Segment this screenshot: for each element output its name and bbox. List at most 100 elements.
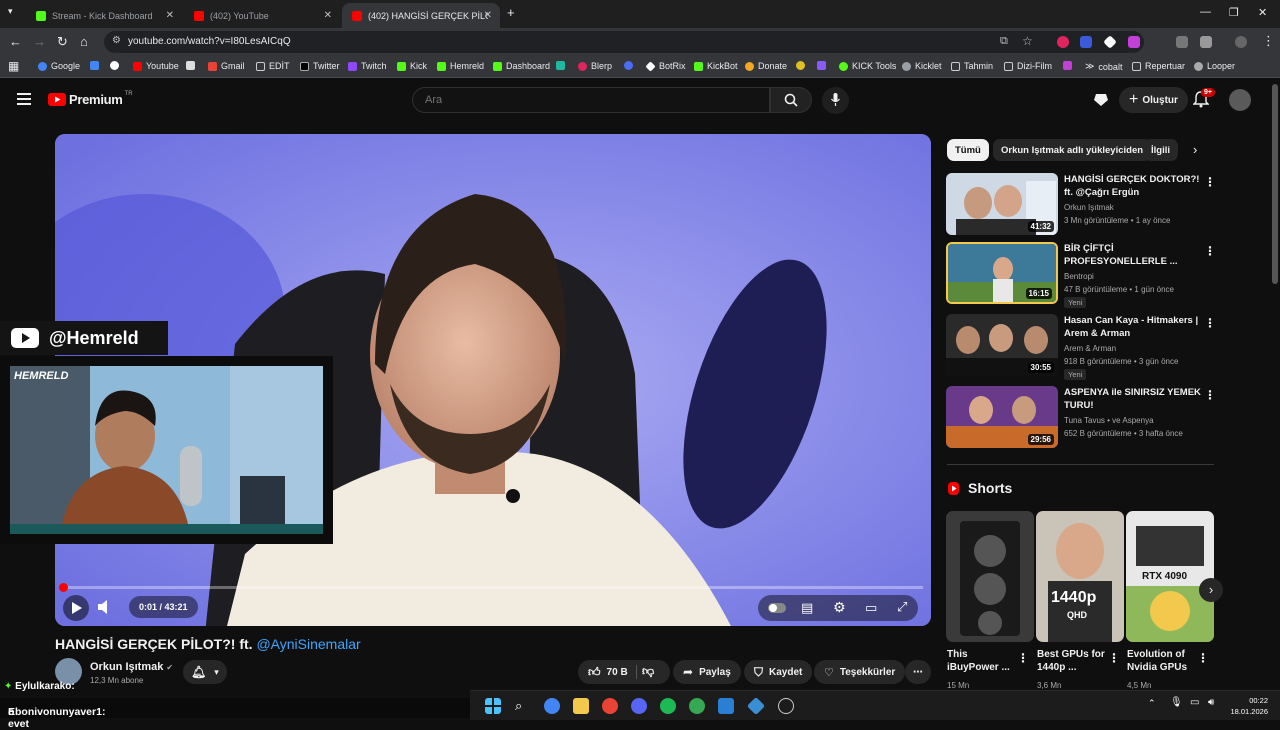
title-mention-link[interactable]: @AyniSinemalar (256, 636, 360, 652)
search-button[interactable] (770, 87, 812, 113)
dislike-icon[interactable]: 👎︎ (642, 664, 654, 679)
search-input[interactable] (412, 87, 770, 113)
settings-gear-icon[interactable]: ⚙ (833, 599, 846, 616)
cast-icon[interactable] (1093, 92, 1109, 108)
microphone-icon[interactable]: 🎙︎ (1170, 697, 1183, 708)
system-clock[interactable]: 00:22 18.01.2026 (1230, 695, 1268, 717)
chip-from-uploader[interactable]: Orkun Işıtmak adlı yükleyiciden (993, 139, 1151, 161)
related-channel[interactable]: Bentropi (1064, 272, 1094, 281)
short-title[interactable]: This iBuyPower ... (947, 648, 1021, 674)
close-window-icon[interactable]: ✕ (1258, 6, 1267, 19)
file-explorer-icon[interactable] (573, 698, 589, 714)
windows-start-icon[interactable] (485, 698, 501, 714)
chrome-icon[interactable] (689, 698, 705, 714)
extensions-puzzle-icon[interactable] (1200, 36, 1212, 48)
bookmark-icon[interactable] (110, 61, 123, 70)
maximize-icon[interactable]: ❐ (1229, 6, 1239, 19)
chip-related[interactable]: İlgili (1143, 139, 1178, 161)
short-thumbnail[interactable]: RTX 4090 (1126, 511, 1214, 642)
fullscreen-icon[interactable]: ⤢ (897, 599, 907, 615)
bookmark-folder-dizi-film[interactable]: Dizi-Film (1004, 61, 1052, 71)
autoplay-toggle[interactable] (768, 603, 786, 613)
bookmark-icon[interactable] (556, 61, 569, 70)
bookmark-icon[interactable] (817, 61, 830, 70)
profile-avatar[interactable] (1235, 36, 1247, 48)
progress-bar[interactable] (63, 586, 923, 589)
video-thumbnail[interactable]: 29:56 (946, 386, 1058, 448)
bookmark-folder-repertuar[interactable]: Repertuar (1132, 61, 1185, 71)
notifications-button[interactable]: 9+ (1193, 91, 1209, 113)
back-icon[interactable]: ← (9, 34, 22, 49)
address-bar[interactable]: ⚙ youtube.com/watch?v=I80LesAICqQ ⧉ ☆ (104, 31, 1144, 53)
bookmark-gmail[interactable]: Gmail (208, 61, 245, 71)
bookmark-icon[interactable] (90, 61, 103, 70)
bookmark-botrix[interactable]: BotRix (646, 61, 686, 71)
bookmark-icon[interactable] (1063, 61, 1076, 70)
related-title[interactable]: HANGİSİ GERÇEK DOKTOR?! ft. @Çağrı Ergün (1064, 173, 1204, 199)
thanks-button[interactable]: ♡ Teşekkürler (814, 660, 905, 684)
bookmark-kickbot[interactable]: KickBot (694, 61, 738, 71)
related-video[interactable]: 16:15 BİR ÇİFTÇİ PROFESYONELLERLE ... Be… (946, 242, 1216, 306)
close-icon[interactable]: ✕ (324, 10, 332, 21)
short-title[interactable]: Best GPUs for 1440p ... (1037, 648, 1111, 674)
account-avatar[interactable] (1229, 89, 1251, 111)
page-scrollbar[interactable] (1272, 84, 1278, 284)
related-video[interactable]: 30:55 Hasan Can Kaya - Hitmakers | Arem … (946, 314, 1216, 378)
bookmark-google[interactable]: Google (38, 61, 80, 71)
bookmark-icon[interactable] (186, 61, 199, 70)
more-options-icon[interactable]: ⋮ (1204, 316, 1216, 330)
related-title[interactable]: BİR ÇİFTÇİ PROFESYONELLERLE ... (1064, 242, 1204, 268)
chrome-icon[interactable] (602, 698, 618, 714)
bookmark-donate[interactable]: Donate (745, 61, 787, 71)
short-title[interactable]: Evolution of Nvidia GPUs (1127, 648, 1201, 674)
channel-name[interactable]: Orkun Işıtmak ✔ (90, 661, 173, 673)
play-button[interactable] (63, 595, 89, 621)
menu-icon[interactable]: ⋮ (1262, 33, 1275, 49)
bookmark-star-icon[interactable]: ☆ (1022, 34, 1033, 48)
subtitles-icon[interactable]: ▤ (801, 600, 813, 616)
obs-icon[interactable] (778, 698, 794, 714)
close-icon[interactable]: ✕ (484, 10, 492, 21)
like-count[interactable]: 70 B (607, 667, 628, 678)
spotify-icon[interactable] (660, 698, 676, 714)
more-options-icon[interactable]: ⋮ (1204, 175, 1216, 189)
bookmark-kicklet[interactable]: Kicklet (902, 61, 942, 71)
short-thumbnail[interactable]: 1440p QHD (1036, 511, 1124, 642)
youtube-logo[interactable]: Premium TR (48, 92, 133, 107)
video-thumbnail[interactable]: 30:55 (946, 314, 1058, 376)
theater-mode-icon[interactable]: ▭ (865, 600, 877, 616)
share-button[interactable]: ➦ Paylaş (673, 660, 741, 684)
minimize-icon[interactable]: — (1200, 6, 1211, 18)
related-channel[interactable]: Orkun Işıtmak (1064, 203, 1114, 212)
extension-icon[interactable] (1080, 36, 1092, 48)
more-options-icon[interactable]: ⋮ (1108, 651, 1120, 665)
more-options-icon[interactable]: ⋮ (1017, 651, 1029, 665)
chevron-up-icon[interactable]: ⌃ (1148, 698, 1156, 709)
subscribe-bell-button[interactable]: 🔔︎ ▾ (183, 660, 227, 684)
video-thumbnail[interactable]: 41:32 (946, 173, 1058, 235)
short-thumbnail[interactable] (946, 511, 1034, 642)
discord-icon[interactable] (631, 698, 647, 714)
chrome-icon[interactable] (544, 698, 560, 714)
related-channel[interactable]: Arem & Arman (1064, 344, 1116, 353)
bookmark-edit[interactable]: EDİT (256, 61, 290, 71)
forward-icon[interactable]: → (33, 34, 46, 49)
bookmark-cobalt[interactable]: ≫cobalt (1085, 61, 1122, 72)
new-tab-button[interactable]: + (507, 5, 515, 20)
voice-search-button[interactable] (822, 87, 849, 114)
url-text[interactable]: youtube.com/watch?v=I80LesAICqQ (128, 36, 291, 47)
bookmark-blerp[interactable]: Blerp (578, 61, 612, 71)
more-actions-button[interactable]: ⋯ (905, 660, 931, 684)
reload-icon[interactable]: ↻ (57, 34, 68, 50)
bookmark-youtube[interactable]: Youtube (133, 61, 179, 71)
app-icon[interactable] (747, 697, 765, 715)
network-icon[interactable]: ▭ (1190, 697, 1199, 708)
browser-tab-kick[interactable]: Stream - Kick Dashboard ✕ (26, 3, 182, 28)
close-icon[interactable]: ✕ (166, 10, 174, 21)
volume-button[interactable] (98, 600, 112, 619)
home-icon[interactable]: ⌂ (80, 34, 88, 49)
bookmark-kick[interactable]: Kick (397, 61, 427, 71)
video-thumbnail[interactable]: 16:15 (946, 242, 1058, 304)
site-info-icon[interactable]: ⚙ (112, 35, 121, 46)
related-video[interactable]: 41:32 HANGİSİ GERÇEK DOKTOR?! ft. @Çağrı… (946, 173, 1216, 237)
